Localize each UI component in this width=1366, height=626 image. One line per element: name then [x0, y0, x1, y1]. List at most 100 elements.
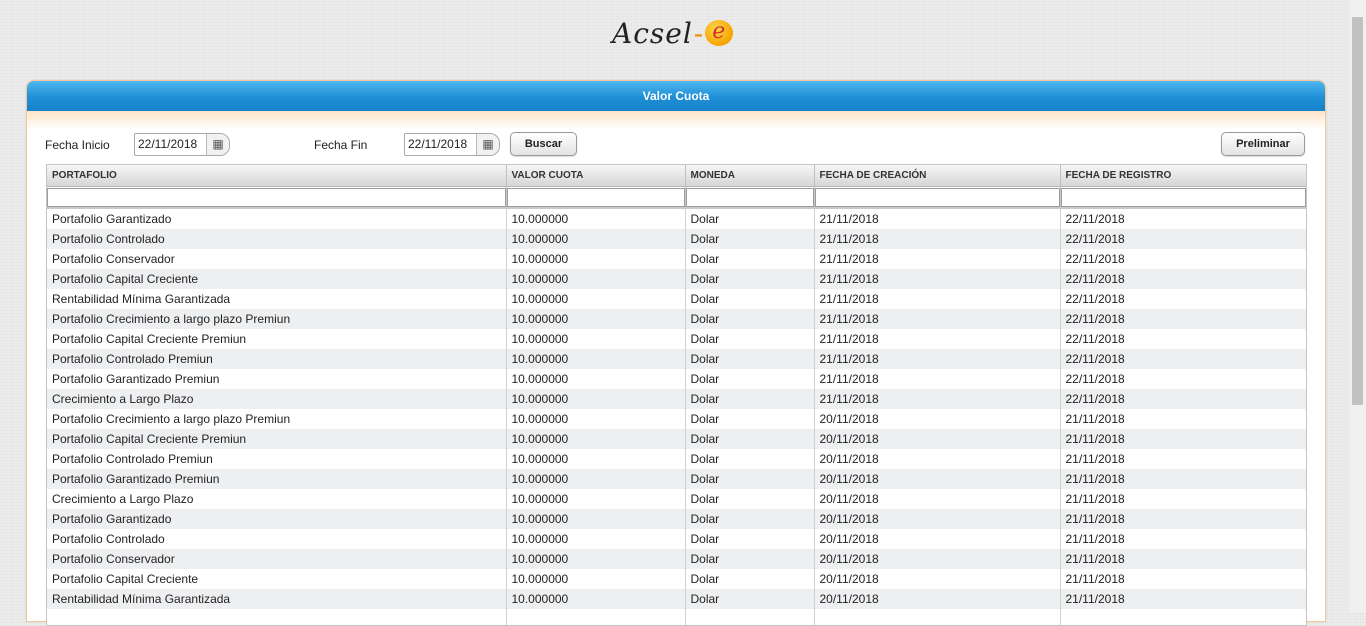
cell-fecha-creacion: 21/11/2018 — [814, 208, 1061, 229]
logo-e-icon: e — [705, 19, 734, 46]
cell-moneda: Dolar — [685, 529, 815, 549]
start-date-field[interactable]: ▦ — [134, 133, 230, 156]
scrollbar-thumb[interactable] — [1352, 17, 1363, 405]
table-row[interactable] — [47, 609, 1306, 625]
logo-dash: - — [693, 17, 705, 50]
column-header-portafolio[interactable]: PORTAFOLIO — [47, 165, 507, 187]
table-row[interactable]: Portafolio Controlado 10.000000 Dolar 20/11… — [47, 529, 1306, 549]
cell-moneda: Dolar — [685, 489, 815, 509]
filter-cell — [47, 186, 507, 209]
cell-fecha-creacion: 20/11/2018 — [814, 429, 1061, 449]
table-row[interactable]: Portafolio Controlado 10.000000 Dolar 21/11… — [47, 229, 1306, 249]
table-row[interactable]: Portafolio Garantizado 10.000000 Dolar 21/1… — [47, 208, 1306, 229]
cell-fecha-registro: 21/11/2018 — [1060, 589, 1306, 609]
filter-moneda-input[interactable] — [685, 187, 814, 207]
cell-moneda: Dolar — [685, 549, 815, 569]
calendar-icon[interactable]: ▦ — [206, 134, 229, 155]
cell-portafolio: Portafolio Capital Creciente — [47, 269, 507, 289]
filter-portafolio-input[interactable] — [47, 187, 506, 207]
filter-toolbar: Fecha Inicio ▦ Fecha Fin ▦ Buscar Prelim… — [27, 111, 1325, 161]
cell-moneda: Dolar — [685, 369, 815, 389]
table-row[interactable]: Portafolio Controlado Premiun 10.000000 Do… — [47, 349, 1306, 369]
cell-moneda: Dolar — [685, 289, 815, 309]
acsel-logo: Acsel-e — [612, 14, 734, 54]
column-header-fecha-creacion[interactable]: FECHA DE CREACIÓN — [814, 165, 1061, 187]
column-header-valor-cuota[interactable]: VALOR CUOTA — [506, 165, 686, 187]
cell-portafolio: Portafolio Capital Creciente Premiun — [47, 429, 507, 449]
cell-portafolio: Portafolio Controlado Premiun — [47, 349, 507, 369]
cell-portafolio: Rentabilidad Mínima Garantizada — [47, 289, 507, 309]
filter-cell — [1060, 186, 1306, 209]
filter-fecha-registro-input[interactable] — [1060, 187, 1306, 207]
table-row[interactable]: Portafolio Capital Creciente 10.000000 Dol… — [47, 269, 1306, 289]
cell-fecha-registro — [1060, 609, 1306, 625]
cell-fecha-registro: 22/11/2018 — [1060, 269, 1306, 289]
cell-valor-cuota: 10.000000 — [506, 429, 686, 449]
filter-valor-cuota-input[interactable] — [506, 187, 685, 207]
preliminar-button[interactable]: Preliminar — [1221, 132, 1305, 156]
panel-title: Valor Cuota — [27, 81, 1325, 111]
cell-moneda: Dolar — [685, 589, 815, 609]
cell-fecha-creacion: 21/11/2018 — [814, 309, 1061, 329]
column-header-moneda[interactable]: MONEDA — [685, 165, 815, 187]
table-row[interactable]: Rentabilidad Mínima Garantizada 10.000000… — [47, 289, 1306, 309]
cell-portafolio — [47, 609, 507, 625]
valor-cuota-panel: Valor Cuota Fecha Inicio ▦ Fecha Fin ▦ B… — [26, 80, 1326, 626]
cell-valor-cuota: 10.000000 — [506, 289, 686, 309]
table-row[interactable]: Portafolio Garantizado Premiun 10.000000 D… — [47, 369, 1306, 389]
table-row[interactable]: Portafolio Conservador 10.000000 Dolar 20/1… — [47, 549, 1306, 569]
cell-valor-cuota: 10.000000 — [506, 229, 686, 249]
table-row[interactable]: Crecimiento a Largo Plazo 10.000000 Dolar 2… — [47, 489, 1306, 509]
cell-valor-cuota: 10.000000 — [506, 269, 686, 289]
table-row[interactable]: Portafolio Crecimiento a largo plazo Pre… — [47, 409, 1306, 429]
cell-valor-cuota: 10.000000 — [506, 549, 686, 569]
cell-moneda: Dolar — [685, 429, 815, 449]
cell-portafolio: Portafolio Crecimiento a largo plazo Pre… — [47, 309, 507, 329]
cell-fecha-creacion: 20/11/2018 — [814, 449, 1061, 469]
cell-fecha-creacion: 20/11/2018 — [814, 549, 1061, 569]
column-header-fecha-registro[interactable]: FECHA DE REGISTRO — [1060, 165, 1306, 187]
table-row[interactable]: Portafolio Garantizado 10.000000 Dolar 20/1… — [47, 509, 1306, 529]
cell-portafolio: Rentabilidad Mínima Garantizada — [47, 589, 507, 609]
cell-moneda — [685, 609, 815, 625]
table-row[interactable]: Portafolio Garantizado Premiun 10.000000 D… — [47, 469, 1306, 489]
cell-fecha-creacion: 21/11/2018 — [814, 369, 1061, 389]
cell-fecha-registro: 22/11/2018 — [1060, 369, 1306, 389]
cell-valor-cuota: 10.000000 — [506, 449, 686, 469]
cell-fecha-creacion — [814, 609, 1061, 625]
cell-fecha-creacion: 20/11/2018 — [814, 489, 1061, 509]
filter-cell — [814, 186, 1061, 209]
table-row[interactable]: Portafolio Capital Creciente 10.000000 Dol… — [47, 569, 1306, 589]
cell-portafolio: Portafolio Garantizado Premiun — [47, 469, 507, 489]
valor-cuota-grid: PORTAFOLIO VALOR CUOTA MONEDA FECHA DE C… — [46, 164, 1307, 626]
table-row[interactable]: Portafolio Capital Creciente Premiun 10.0… — [47, 329, 1306, 349]
table-row[interactable]: Portafolio Crecimiento a largo plazo Pre… — [47, 309, 1306, 329]
search-button[interactable]: Buscar — [510, 132, 577, 156]
table-row[interactable]: Portafolio Controlado Premiun 10.000000 Do… — [47, 449, 1306, 469]
table-row[interactable]: Crecimiento a Largo Plazo 10.000000 Dolar 2… — [47, 389, 1306, 409]
cell-fecha-registro: 21/11/2018 — [1060, 429, 1306, 449]
cell-fecha-registro: 22/11/2018 — [1060, 389, 1306, 409]
start-date-input[interactable] — [135, 134, 204, 153]
cell-fecha-creacion: 20/11/2018 — [814, 469, 1061, 489]
table-row[interactable]: Rentabilidad Mínima Garantizada 10.000000… — [47, 589, 1306, 609]
table-row[interactable]: Portafolio Conservador 10.000000 Dolar 21/1… — [47, 249, 1306, 269]
calendar-icon[interactable]: ▦ — [476, 134, 499, 155]
logo-text: Acsel — [612, 17, 693, 50]
end-date-input[interactable] — [405, 134, 474, 153]
table-row[interactable]: Portafolio Capital Creciente Premiun 10.0… — [47, 429, 1306, 449]
cell-fecha-creacion: 20/11/2018 — [814, 569, 1061, 589]
cell-valor-cuota: 10.000000 — [506, 409, 686, 429]
filter-fecha-creacion-input[interactable] — [814, 187, 1060, 207]
cell-fecha-creacion: 21/11/2018 — [814, 329, 1061, 349]
end-date-field[interactable]: ▦ — [404, 133, 500, 156]
cell-valor-cuota: 10.000000 — [506, 389, 686, 409]
cell-fecha-creacion: 21/11/2018 — [814, 349, 1061, 369]
page-scrollbar[interactable] — [1349, 0, 1366, 613]
cell-fecha-registro: 21/11/2018 — [1060, 529, 1306, 549]
cell-fecha-registro: 22/11/2018 — [1060, 309, 1306, 329]
cell-valor-cuota: 10.000000 — [506, 489, 686, 509]
filter-cell — [506, 186, 686, 209]
cell-portafolio: Portafolio Conservador — [47, 249, 507, 269]
cell-valor-cuota: 10.000000 — [506, 569, 686, 589]
